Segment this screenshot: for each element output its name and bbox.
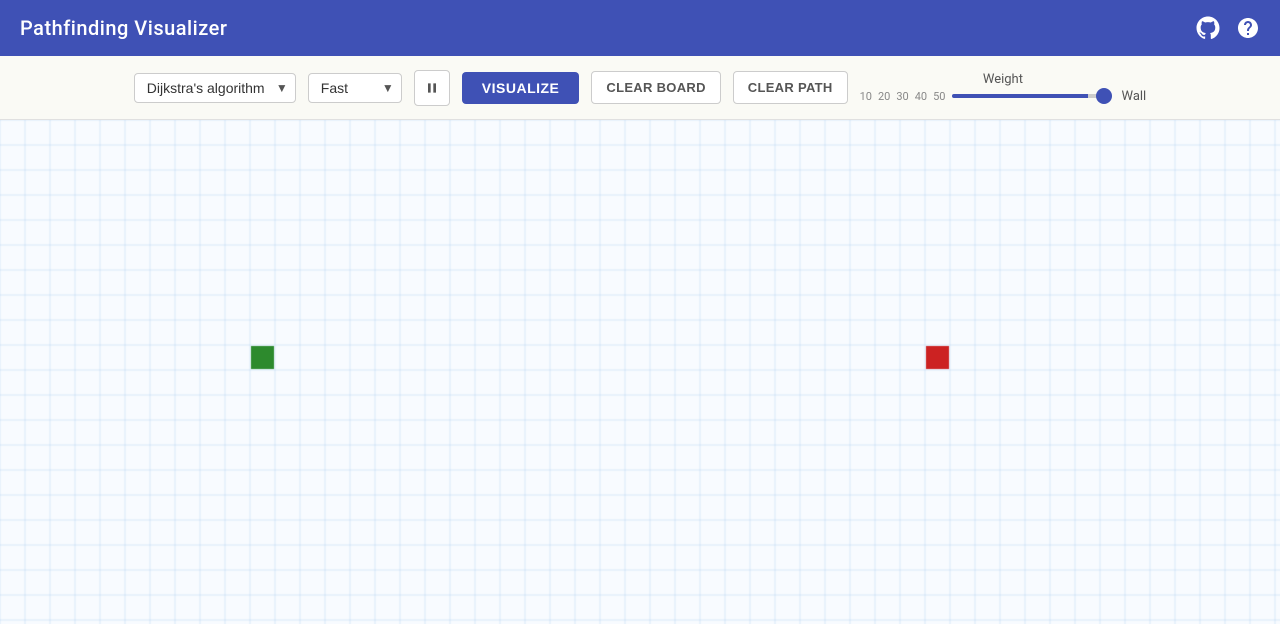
weight-tick-20: 20 — [878, 90, 890, 103]
weight-tick-50: 50 — [933, 90, 945, 103]
clear-board-button[interactable]: CLEAR BOARD — [591, 71, 720, 104]
weight-tick-40: 40 — [915, 90, 927, 103]
speed-dropdown[interactable]: Slow Medium Fast — [308, 73, 402, 103]
header-icons — [1196, 16, 1260, 40]
toolbar: Dijkstra's algorithm A* Search Greedy BF… — [0, 56, 1280, 120]
clear-path-button[interactable]: CLEAR PATH — [733, 71, 848, 104]
weight-tick-10: 10 — [860, 90, 872, 103]
github-icon[interactable] — [1196, 16, 1220, 40]
algorithm-dropdown-wrapper: Dijkstra's algorithm A* Search Greedy BF… — [134, 73, 296, 103]
weight-label: Weight — [983, 72, 1023, 87]
wall-label: Wall — [1122, 89, 1147, 104]
grid-canvas[interactable] — [0, 120, 1280, 624]
help-icon[interactable] — [1236, 16, 1260, 40]
grid-container — [0, 120, 1280, 624]
speed-dropdown-wrapper: Slow Medium Fast ▼ — [308, 73, 402, 103]
algorithm-dropdown[interactable]: Dijkstra's algorithm A* Search Greedy BF… — [134, 73, 296, 103]
weight-tick-30: 30 — [896, 90, 908, 103]
weight-row: 10 20 30 40 50 Wall — [860, 89, 1147, 104]
weight-section: Weight 10 20 30 40 50 Wall — [860, 72, 1147, 104]
weight-slider[interactable] — [952, 94, 1112, 98]
pause-button[interactable] — [414, 70, 450, 106]
visualize-button[interactable]: VISUALIZE — [462, 72, 580, 104]
pause-icon — [424, 80, 440, 96]
app-title: Pathfinding Visualizer — [20, 16, 227, 40]
header: Pathfinding Visualizer — [0, 0, 1280, 56]
